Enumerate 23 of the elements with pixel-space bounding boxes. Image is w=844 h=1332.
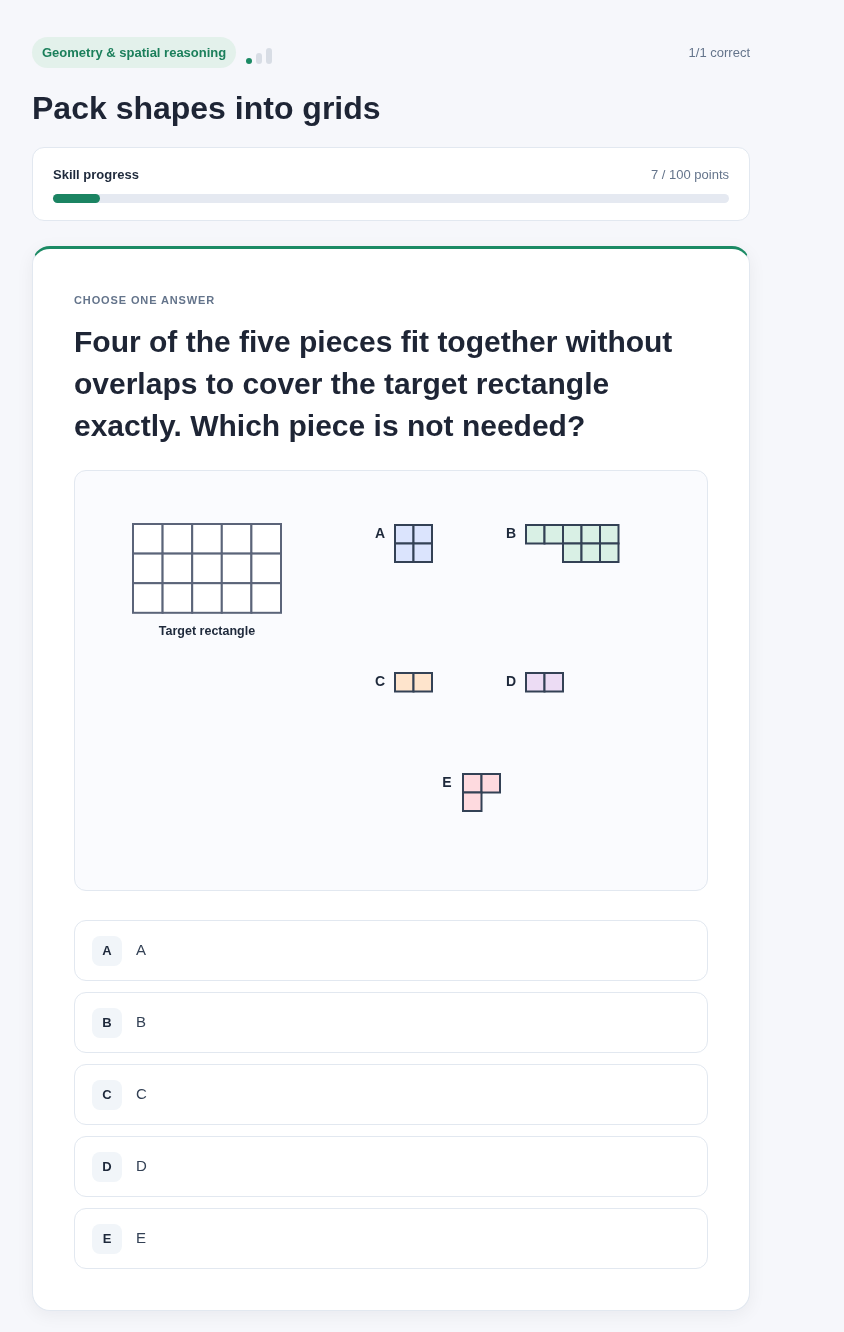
figure-caption: Target rectangle: [158, 624, 256, 639]
piece-label: D: [505, 672, 517, 689]
topic-tag: Geometry & spatial reasoning: [32, 37, 237, 68]
option-key-badge: E: [92, 1223, 122, 1254]
piece-label: E: [442, 773, 452, 790]
page-title: Pack shapes into grids: [32, 89, 382, 128]
option-key-badge: D: [92, 1151, 122, 1182]
answer-option[interactable]: D D: [74, 1136, 708, 1197]
answer-option[interactable]: B B: [74, 992, 708, 1053]
score-text: 1/1 correct: [688, 43, 750, 62]
answer-option[interactable]: C C: [74, 1064, 708, 1125]
question-eyebrow: CHOOSE ONE ANSWER: [74, 293, 217, 308]
option-key-badge: A: [92, 935, 122, 966]
option-key-badge: C: [92, 1079, 122, 1110]
piece-label: B: [505, 524, 517, 541]
piece-label: C: [374, 672, 386, 689]
progress-points: 7 / 100 points: [650, 167, 729, 183]
answer-option[interactable]: E E: [74, 1208, 708, 1269]
question-text: Four of the five pieces fit together without overlaps to cover the target rectangle exactly. Which piece is not needed?: [74, 324, 674, 444]
piece-label: A: [374, 524, 386, 541]
option-key-badge: B: [92, 1007, 122, 1038]
answer-option[interactable]: A A: [74, 920, 708, 981]
progress-label: Skill progress: [53, 167, 139, 183]
